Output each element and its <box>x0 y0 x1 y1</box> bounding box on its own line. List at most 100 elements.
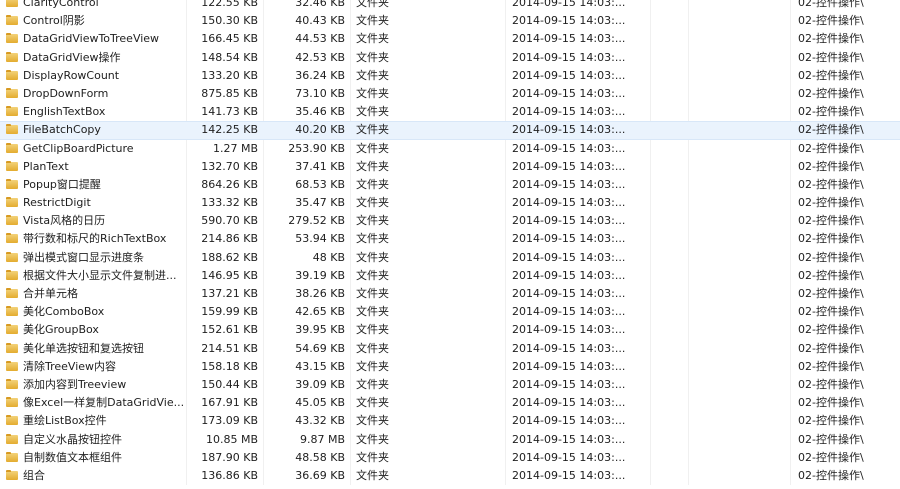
folder-icon <box>6 342 18 353</box>
file-row[interactable]: 组合 136.86 KB 36.69 KB 文件夹 2014-09-15 14:03:.… <box>0 467 900 485</box>
size-cell: 146.95 KB <box>201 268 258 282</box>
folder-icon <box>6 142 18 153</box>
type-cell: 文件夹 <box>356 50 389 64</box>
type-cell: 文件夹 <box>356 141 389 155</box>
size-cell: 133.32 KB <box>201 196 258 210</box>
file-row[interactable]: DropDownForm 875.85 KB 73.10 KB 文件夹 2014-09-… <box>0 85 900 103</box>
type-cell: 文件夹 <box>356 232 389 246</box>
file-row[interactable]: 美化GroupBox 152.61 KB 39.95 KB 文件夹 2014-09-15… <box>0 321 900 339</box>
folder-icon <box>6 269 18 280</box>
folder-icon <box>6 215 18 226</box>
file-row[interactable]: 清除TreeView内容 158.18 KB 43.15 KB 文件夹 2014-09-… <box>0 358 900 376</box>
folder-icon <box>6 288 18 298</box>
modified-cell: 2014-09-15 14:03:... <box>512 414 626 428</box>
name-cell: DataGridView操作 <box>6 49 186 67</box>
path-cell: 02-控件操作\ <box>798 377 864 391</box>
folder-icon <box>6 124 18 135</box>
path-cell: 02-控件操作\ <box>798 450 864 464</box>
file-name: ClarityControl <box>23 0 99 9</box>
file-row[interactable]: FileBatchCopy 142.25 KB 40.20 KB 文件夹 2014-09… <box>0 121 900 140</box>
modified-cell: 2014-09-15 14:03:... <box>512 232 626 246</box>
compressed-size-cell: 42.53 KB <box>295 50 345 64</box>
file-row[interactable]: PlanText 132.70 KB 37.41 KB 文件夹 2014-09-15 1… <box>0 158 900 176</box>
file-row[interactable]: Popup窗口提醒 864.26 KB 68.53 KB 文件夹 2014-09-15 … <box>0 176 900 194</box>
file-row[interactable]: GetClipBoardPicture 1.27 MB 253.90 KB 文件夹 20… <box>0 140 900 158</box>
file-row[interactable]: 美化单选按钮和复选按钮 214.51 KB 54.69 KB 文件夹 2014-09-1… <box>0 340 900 358</box>
size-cell: 214.86 KB <box>201 232 258 246</box>
folder-icon <box>6 378 18 389</box>
file-row[interactable]: 添加内容到Treeview 150.44 KB 39.09 KB 文件夹 2014-09… <box>0 376 900 394</box>
file-row[interactable]: 自制数值文本框组件 187.90 KB 48.58 KB 文件夹 2014-09-15 … <box>0 449 900 467</box>
size-cell: 148.54 KB <box>201 50 258 64</box>
name-cell: 弹出模式窗口显示进度条 <box>6 249 186 267</box>
file-row[interactable]: 带行数和标尺的RichTextBox 214.86 KB 53.94 KB 文件夹 20… <box>0 230 900 248</box>
file-row[interactable]: EnglishTextBox 141.73 KB 35.46 KB 文件夹 2014-0… <box>0 103 900 121</box>
file-row[interactable]: 像Excel一样复制DataGridVie... 167.91 KB 45.05 K… <box>0 394 900 412</box>
file-row[interactable]: 根据文件大小显示文件复制进... 146.95 KB 39.19 KB 文件夹 2014… <box>0 267 900 285</box>
modified-cell: 2014-09-15 14:03:... <box>512 68 626 82</box>
file-row[interactable]: 合并单元格 137.21 KB 38.26 KB 文件夹 2014-09-15 14:0… <box>0 285 900 303</box>
compressed-size-cell: 39.09 KB <box>295 377 345 391</box>
compressed-size-cell: 35.47 KB <box>295 196 345 210</box>
folder-icon <box>6 106 18 117</box>
path-cell: 02-控件操作\ <box>798 177 864 191</box>
size-cell: 150.30 KB <box>201 14 258 28</box>
size-cell: 142.25 KB <box>201 123 258 137</box>
type-cell: 文件夹 <box>356 268 389 282</box>
size-cell: 1.27 MB <box>212 141 258 155</box>
name-cell: RestrictDigit <box>6 194 186 212</box>
compressed-size-cell: 40.43 KB <box>295 14 345 28</box>
name-cell: 清除TreeView内容 <box>6 358 186 376</box>
file-name: 清除TreeView内容 <box>23 359 117 373</box>
folder-icon <box>6 251 18 262</box>
file-name: Vista风格的日历 <box>23 214 106 228</box>
type-cell: 文件夹 <box>356 341 389 355</box>
file-name: 弹出模式窗口显示进度条 <box>23 250 144 264</box>
file-row[interactable]: 重绘ListBox控件 173.09 KB 43.32 KB 文件夹 2014-09-1… <box>0 412 900 430</box>
type-cell: 文件夹 <box>356 323 389 337</box>
type-cell: 文件夹 <box>356 214 389 228</box>
modified-cell: 2014-09-15 14:03:... <box>512 323 626 337</box>
size-cell: 159.99 KB <box>201 305 258 319</box>
name-cell: 重绘ListBox控件 <box>6 412 186 430</box>
modified-cell: 2014-09-15 14:03:... <box>512 196 626 210</box>
compressed-size-cell: 35.46 KB <box>295 105 345 119</box>
compressed-size-cell: 42.65 KB <box>295 305 345 319</box>
size-cell: 137.21 KB <box>201 287 258 300</box>
name-cell: 自制数值文本框组件 <box>6 449 186 467</box>
file-name: FileBatchCopy <box>23 123 101 137</box>
file-row[interactable]: Control阴影 150.30 KB 40.43 KB 文件夹 2014-09-15 … <box>0 12 900 30</box>
compressed-size-cell: 39.95 KB <box>295 323 345 337</box>
name-cell: 组合 <box>6 467 186 485</box>
modified-cell: 2014-09-15 14:03:... <box>512 287 626 300</box>
name-cell: ClarityControl <box>6 0 186 12</box>
file-name: 根据文件大小显示文件复制进... <box>23 268 177 282</box>
size-cell: 152.61 KB <box>201 323 258 337</box>
file-name: 美化GroupBox <box>23 323 99 337</box>
compressed-size-cell: 53.94 KB <box>295 232 345 246</box>
file-row[interactable]: 自定义水晶按钮控件 10.85 MB 9.87 MB 文件夹 2014-09-15 14… <box>0 431 900 449</box>
size-cell: 158.18 KB <box>201 359 258 373</box>
compressed-size-cell: 44.53 KB <box>295 32 345 46</box>
file-row[interactable]: DisplayRowCount 133.20 KB 36.24 KB 文件夹 2014-… <box>0 67 900 85</box>
name-cell: FileBatchCopy <box>6 122 186 138</box>
file-name: 自定义水晶按钮控件 <box>23 432 122 446</box>
file-row[interactable]: ClarityControl 122.55 KB 32.46 KB 文件夹 2014-0… <box>0 0 900 12</box>
path-cell: 02-控件操作\ <box>798 50 864 64</box>
file-row[interactable]: Vista风格的日历 590.70 KB 279.52 KB 文件夹 2014-09-1… <box>0 212 900 230</box>
folder-icon <box>6 415 18 426</box>
file-name: 合并单元格 <box>23 287 78 300</box>
file-row[interactable]: RestrictDigit 133.32 KB 35.47 KB 文件夹 2014-09… <box>0 194 900 212</box>
path-cell: 02-控件操作\ <box>798 359 864 373</box>
file-row[interactable]: DataGridViewToTreeView 166.45 KB 44.53 KB 文… <box>0 30 900 48</box>
file-row[interactable]: 美化ComboBox 159.99 KB 42.65 KB 文件夹 2014-09-15… <box>0 303 900 321</box>
file-row[interactable]: DataGridView操作 148.54 KB 42.53 KB 文件夹 2014-0… <box>0 49 900 67</box>
size-cell: 166.45 KB <box>201 32 258 46</box>
file-row[interactable]: 弹出模式窗口显示进度条 188.62 KB 48 KB 文件夹 2014-09-15 1… <box>0 249 900 267</box>
type-cell: 文件夹 <box>356 305 389 319</box>
modified-cell: 2014-09-15 14:03:... <box>512 32 626 46</box>
path-cell: 02-控件操作\ <box>798 414 864 428</box>
modified-cell: 2014-09-15 14:03:... <box>512 105 626 119</box>
modified-cell: 2014-09-15 14:03:... <box>512 86 626 100</box>
size-cell: 875.85 KB <box>201 86 258 100</box>
